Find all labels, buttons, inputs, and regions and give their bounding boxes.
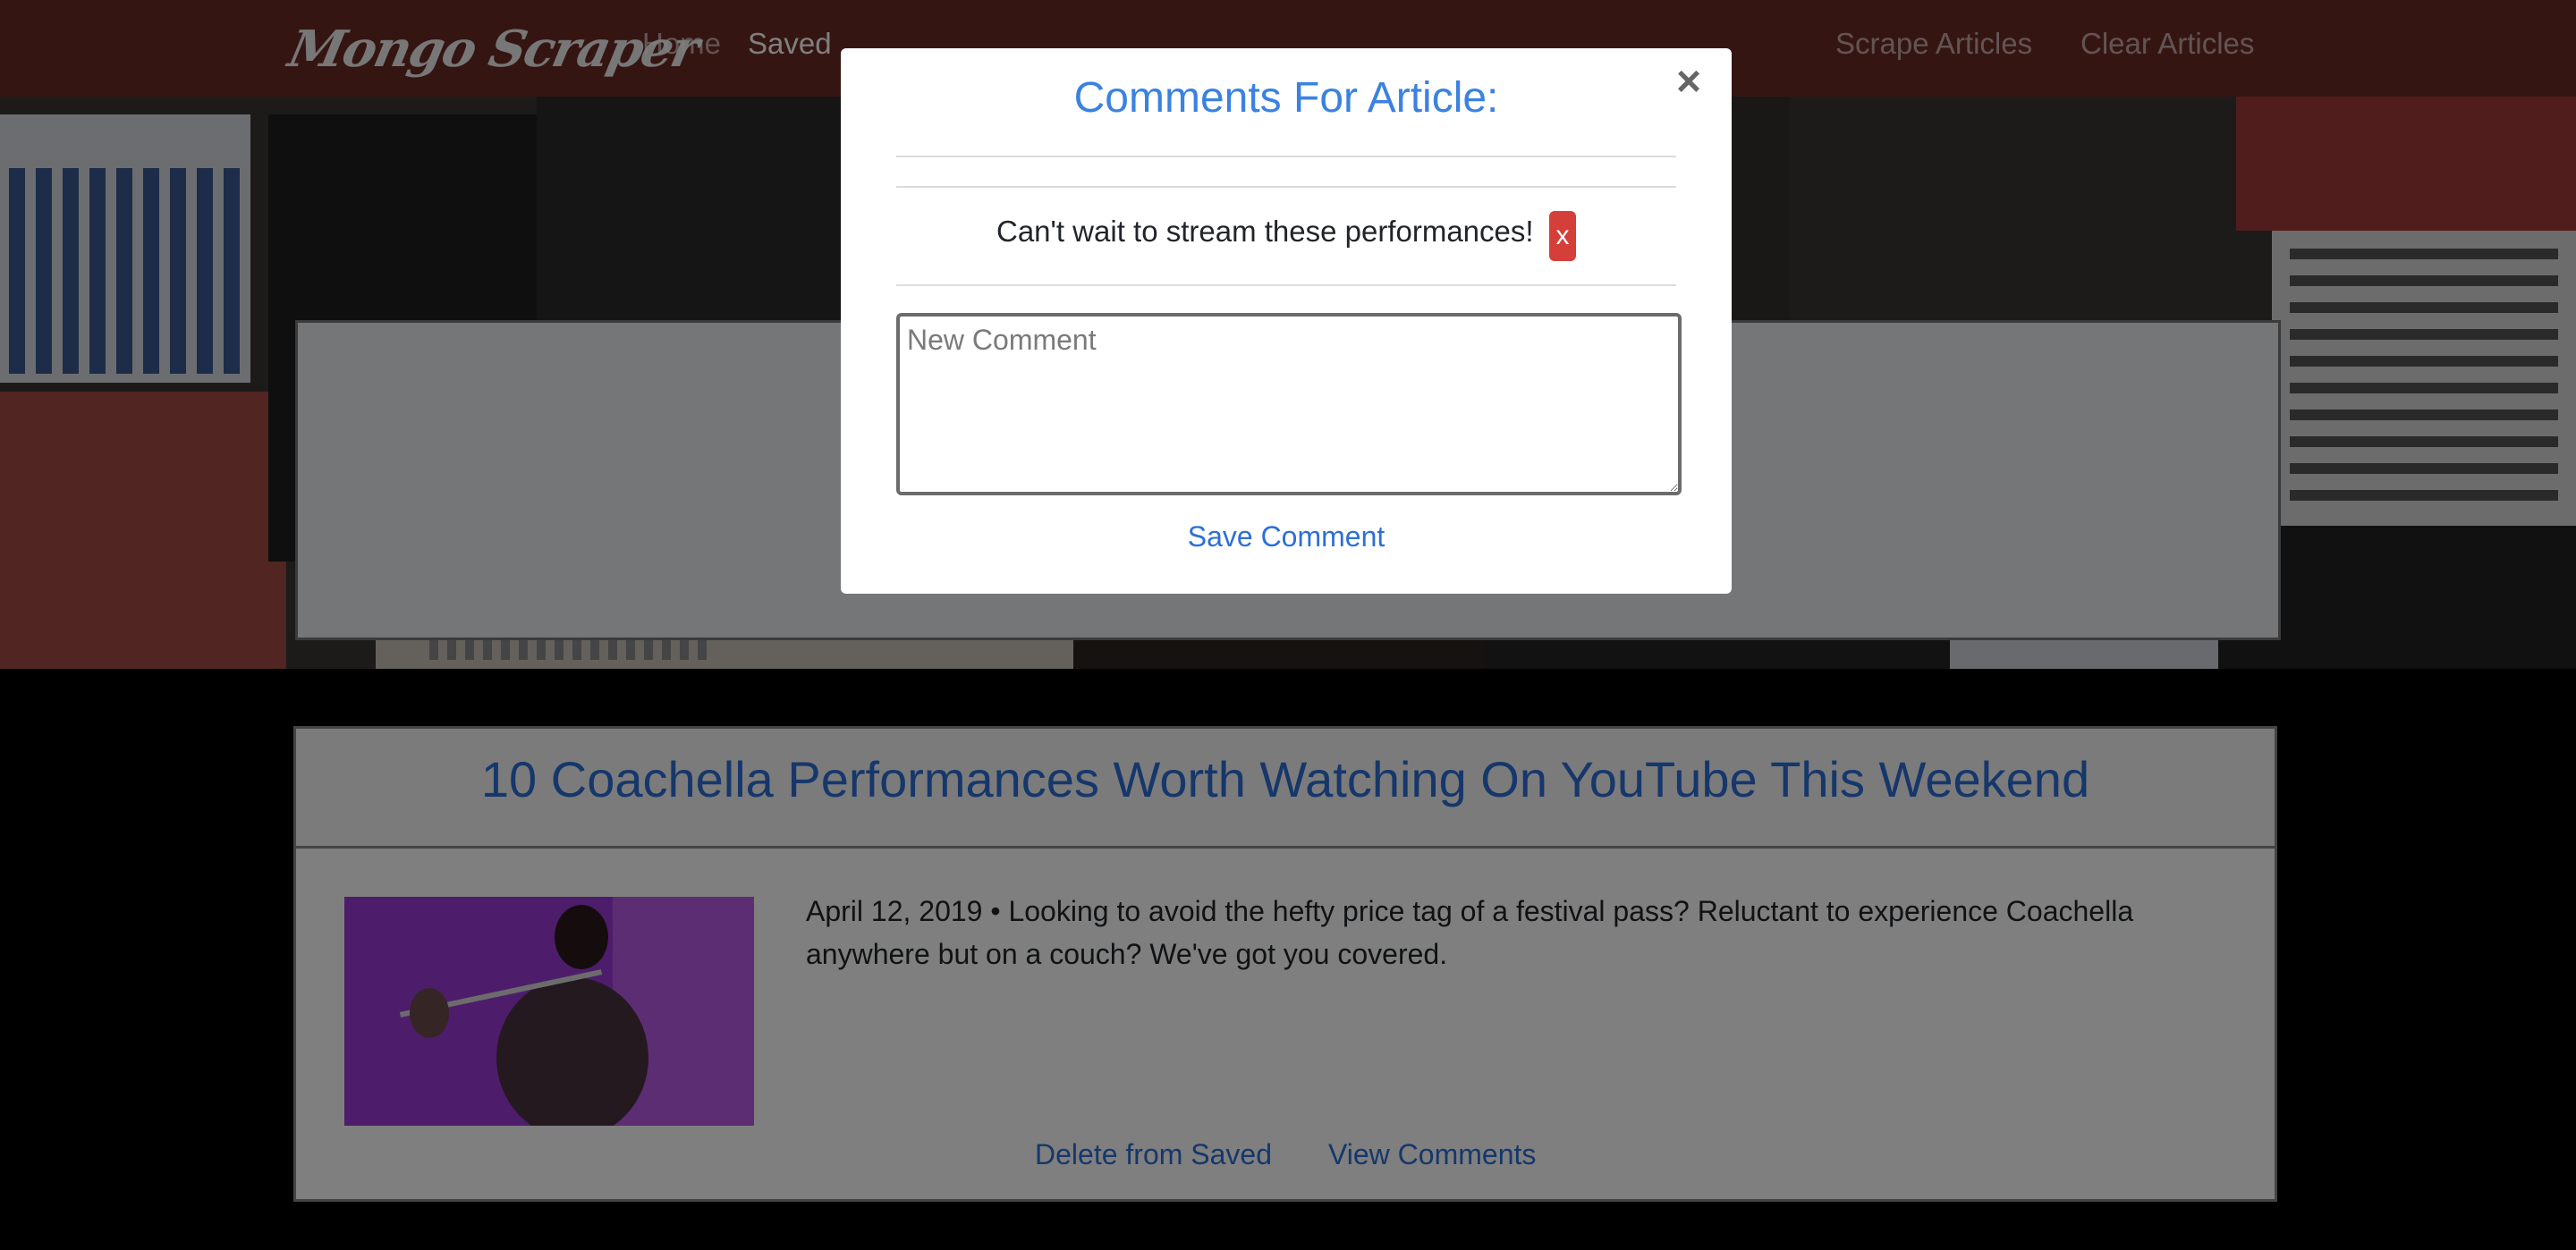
divider [896, 156, 1676, 157]
modal-title: Comments For Article: [1073, 74, 1499, 122]
comment-text: Can't wait to stream these performances! [996, 215, 1534, 248]
divider [896, 284, 1676, 286]
comments-modal: × Comments For Article: Can't wait to st… [841, 48, 1732, 594]
delete-comment-button[interactable]: x [1549, 211, 1576, 261]
save-comment-button[interactable]: Save Comment [841, 520, 1732, 553]
divider [896, 186, 1676, 188]
new-comment-input[interactable] [896, 313, 1682, 495]
